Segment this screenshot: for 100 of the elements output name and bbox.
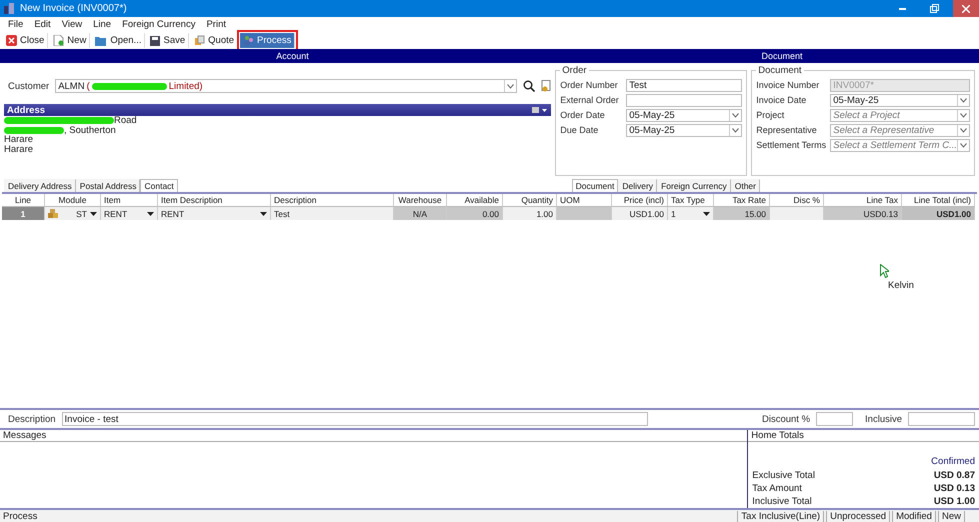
people-icon: [243, 35, 254, 46]
table-cell[interactable]: Test: [271, 207, 394, 220]
close-button[interactable]: [953, 0, 979, 17]
section-header: Account: [275, 51, 310, 61]
dropdown-arrow-icon[interactable]: [260, 212, 267, 216]
toolbar-button[interactable]: Open...: [92, 33, 146, 48]
readonly-field: INV0007*: [830, 78, 970, 92]
field-label: Representative: [756, 125, 818, 135]
table-cell[interactable]: N/A: [394, 207, 447, 220]
panel-title: Home Totals: [748, 430, 979, 442]
field-label: Description: [8, 414, 56, 424]
field-label: Invoice Number: [756, 80, 820, 90]
tab[interactable]: Postal Address: [76, 179, 140, 192]
date-field[interactable]: 05-May-25: [626, 108, 742, 122]
select-field[interactable]: Select a Representative: [830, 124, 970, 136]
menu-item[interactable]: Edit: [34, 19, 51, 30]
tab[interactable]: Delivery Address: [4, 179, 76, 192]
table-cell[interactable]: ST: [45, 207, 101, 220]
table-cell[interactable]: [557, 207, 612, 220]
total-label: Inclusive Total: [752, 496, 812, 507]
document-icon[interactable]: [541, 80, 552, 92]
close-icon: [6, 35, 17, 46]
address-line: Harare: [4, 134, 34, 146]
boxes-icon: [48, 209, 58, 218]
address-line: Road: [114, 115, 137, 126]
customer-combo[interactable]: ALMN ( Limited): [55, 79, 518, 93]
tab[interactable]: Delivery: [618, 179, 658, 192]
menu-item[interactable]: Print: [206, 19, 226, 30]
toolbar-button[interactable]: Save: [147, 33, 190, 48]
select-field[interactable]: Select a Project: [830, 108, 970, 122]
status-panel: Tax Inclusive(Line): [737, 510, 824, 522]
field-label: Inclusive: [865, 414, 902, 424]
toolbar-button[interactable]: Process: [240, 33, 296, 48]
app-icon: [4, 3, 14, 14]
dropdown-arrow-icon[interactable]: [147, 212, 154, 216]
inclusive-field[interactable]: [908, 412, 975, 426]
search-icon[interactable]: [523, 80, 536, 92]
menu-item[interactable]: Foreign Currency: [122, 19, 196, 30]
status-text: Process: [3, 510, 38, 522]
date-field[interactable]: 05-May-25: [830, 94, 970, 106]
tab[interactable]: Other: [730, 179, 760, 192]
customer-name: (: [86, 80, 90, 92]
customer-code: ALMN: [58, 80, 85, 92]
tab[interactable]: Foreign Currency: [657, 179, 731, 192]
dropdown-arrow-icon[interactable]: [90, 212, 97, 216]
address-line: Harare: [4, 144, 34, 155]
menu-item[interactable]: View: [62, 19, 82, 30]
panel-title: Messages: [0, 430, 748, 442]
total-value: USD 1.00: [934, 496, 975, 507]
field-label: External Order: [560, 95, 620, 105]
customer-name: Limited): [168, 80, 203, 92]
status-panel: Unprocessed: [826, 510, 890, 522]
input-field[interactable]: Test: [626, 78, 742, 92]
dropdown-arrow-icon[interactable]: [703, 212, 710, 216]
menu-item[interactable]: File: [8, 19, 24, 30]
folder-icon: [95, 36, 108, 46]
section-header: Document: [760, 51, 804, 61]
minimize-icon: [898, 8, 906, 10]
total-label: Tax Amount: [752, 483, 802, 494]
description-field[interactable]: Invoice - test: [62, 412, 648, 426]
select-field[interactable]: Select a Settlement Term C...: [830, 138, 970, 152]
menu-item[interactable]: Line: [93, 19, 112, 30]
tab[interactable]: Document: [572, 179, 618, 192]
mouse-pointer-icon: [880, 264, 889, 278]
field-label: Customer: [8, 80, 50, 92]
window-title: New Invoice (INV0007*): [20, 3, 128, 14]
discount-field[interactable]: [816, 412, 854, 426]
table-cell[interactable]: USD1.00: [902, 207, 975, 220]
status-panel: Modified: [892, 510, 936, 522]
pointer-label: Kelvin: [888, 280, 914, 291]
date-field[interactable]: 05-May-25: [626, 124, 742, 136]
table-cell[interactable]: RENT: [101, 207, 158, 220]
address-title: Address: [7, 104, 46, 116]
total-value: USD 0.87: [934, 470, 975, 481]
total-value: USD 0.13: [934, 483, 975, 494]
total-label: Exclusive Total: [752, 470, 815, 481]
field-label: Discount %: [762, 414, 810, 424]
table-cell[interactable]: USD1.00: [612, 207, 668, 220]
table-cell[interactable]: RENT: [158, 207, 271, 220]
panel-menu-icon[interactable]: [532, 107, 548, 113]
field-label: Settlement Terms: [756, 140, 828, 150]
restore-icon: [930, 4, 938, 13]
address-line: , Southerton: [64, 124, 116, 136]
input-field[interactable]: [626, 94, 742, 106]
field-label: Order Number: [560, 80, 619, 90]
table-cell[interactable]: 1.00: [503, 207, 557, 220]
table-cell[interactable]: [770, 207, 824, 220]
status-text: Confirmed: [930, 455, 976, 469]
toolbar-button[interactable]: Close: [3, 33, 48, 48]
tab[interactable]: Contact: [140, 179, 178, 192]
table-cell[interactable]: USD0.13: [824, 207, 902, 220]
toolbar-button[interactable]: New: [50, 33, 90, 48]
status-panel: New: [938, 510, 965, 522]
close-icon: [962, 4, 970, 12]
table-cell[interactable]: 0.00: [447, 207, 503, 220]
table-cell[interactable]: 1: [2, 207, 45, 220]
group-title: Order: [561, 65, 588, 76]
table-cell[interactable]: 15.00: [714, 207, 770, 220]
field-label: Project: [756, 110, 786, 120]
table-cell[interactable]: 1: [668, 207, 714, 220]
